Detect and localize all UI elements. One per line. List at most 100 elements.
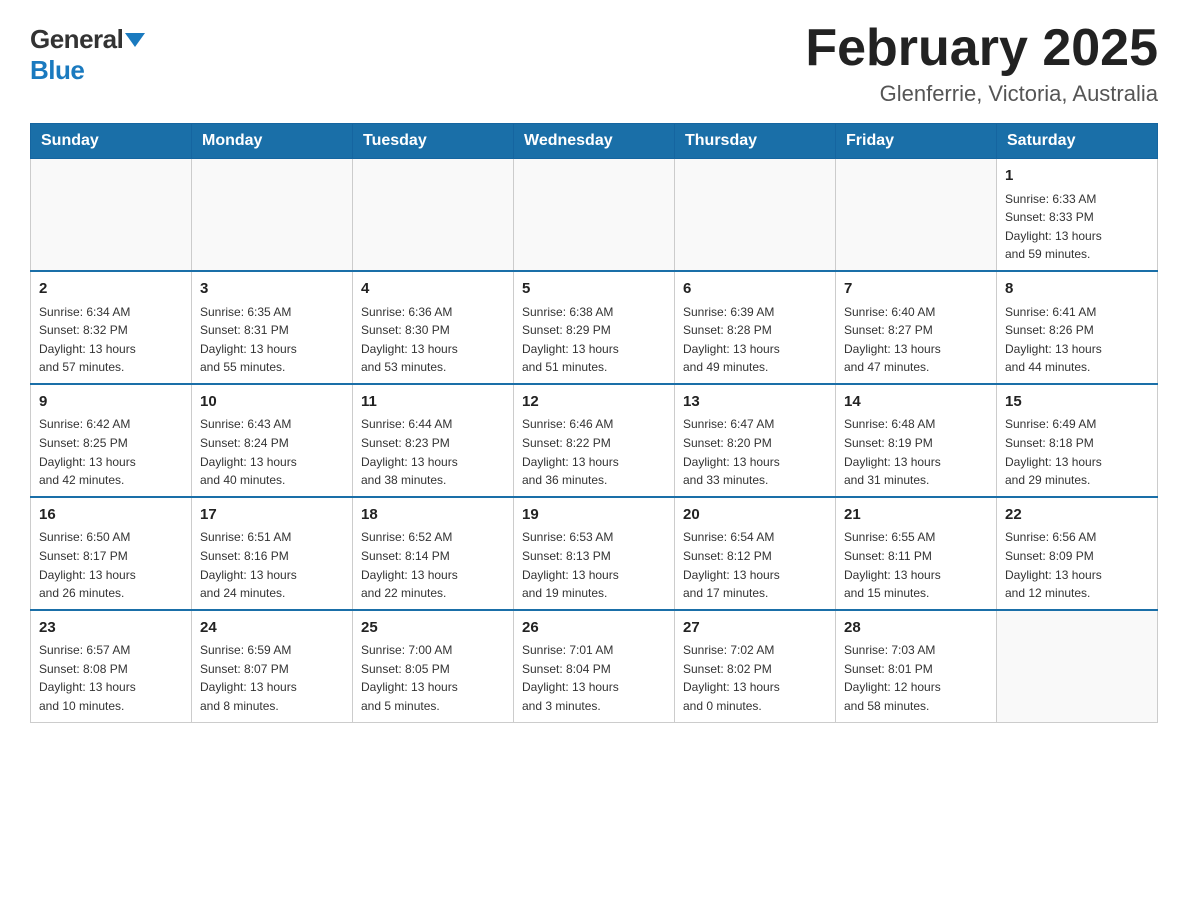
table-row bbox=[836, 159, 997, 271]
day-info: Sunrise: 7:01 AM Sunset: 8:04 PM Dayligh… bbox=[522, 641, 666, 715]
table-row: 10Sunrise: 6:43 AM Sunset: 8:24 PM Dayli… bbox=[192, 384, 353, 497]
day-number: 19 bbox=[522, 504, 666, 527]
day-number: 14 bbox=[844, 391, 988, 414]
table-row: 18Sunrise: 6:52 AM Sunset: 8:14 PM Dayli… bbox=[353, 497, 514, 610]
table-row bbox=[31, 159, 192, 271]
calendar-week-row: 16Sunrise: 6:50 AM Sunset: 8:17 PM Dayli… bbox=[31, 497, 1158, 610]
day-number: 11 bbox=[361, 391, 505, 414]
day-info: Sunrise: 6:55 AM Sunset: 8:11 PM Dayligh… bbox=[844, 528, 988, 602]
table-row: 16Sunrise: 6:50 AM Sunset: 8:17 PM Dayli… bbox=[31, 497, 192, 610]
page-title: February 2025 bbox=[805, 20, 1158, 77]
table-row: 11Sunrise: 6:44 AM Sunset: 8:23 PM Dayli… bbox=[353, 384, 514, 497]
day-info: Sunrise: 6:34 AM Sunset: 8:32 PM Dayligh… bbox=[39, 303, 183, 377]
table-row: 17Sunrise: 6:51 AM Sunset: 8:16 PM Dayli… bbox=[192, 497, 353, 610]
day-number: 13 bbox=[683, 391, 827, 414]
day-number: 1 bbox=[1005, 165, 1149, 188]
col-sunday: Sunday bbox=[31, 124, 192, 159]
table-row: 22Sunrise: 6:56 AM Sunset: 8:09 PM Dayli… bbox=[997, 497, 1158, 610]
calendar-table: Sunday Monday Tuesday Wednesday Thursday… bbox=[30, 123, 1158, 722]
logo-general-row: General bbox=[30, 24, 145, 55]
table-row: 15Sunrise: 6:49 AM Sunset: 8:18 PM Dayli… bbox=[997, 384, 1158, 497]
col-thursday: Thursday bbox=[675, 124, 836, 159]
day-number: 25 bbox=[361, 617, 505, 640]
day-number: 26 bbox=[522, 617, 666, 640]
day-info: Sunrise: 6:48 AM Sunset: 8:19 PM Dayligh… bbox=[844, 415, 988, 489]
day-info: Sunrise: 7:02 AM Sunset: 8:02 PM Dayligh… bbox=[683, 641, 827, 715]
table-row bbox=[192, 159, 353, 271]
table-row: 19Sunrise: 6:53 AM Sunset: 8:13 PM Dayli… bbox=[514, 497, 675, 610]
col-saturday: Saturday bbox=[997, 124, 1158, 159]
col-monday: Monday bbox=[192, 124, 353, 159]
day-number: 6 bbox=[683, 278, 827, 301]
table-row: 1Sunrise: 6:33 AM Sunset: 8:33 PM Daylig… bbox=[997, 159, 1158, 271]
day-info: Sunrise: 7:00 AM Sunset: 8:05 PM Dayligh… bbox=[361, 641, 505, 715]
table-row: 6Sunrise: 6:39 AM Sunset: 8:28 PM Daylig… bbox=[675, 271, 836, 384]
day-number: 12 bbox=[522, 391, 666, 414]
table-row: 5Sunrise: 6:38 AM Sunset: 8:29 PM Daylig… bbox=[514, 271, 675, 384]
logo-general-text: General bbox=[30, 24, 123, 54]
day-info: Sunrise: 6:50 AM Sunset: 8:17 PM Dayligh… bbox=[39, 528, 183, 602]
day-info: Sunrise: 6:59 AM Sunset: 8:07 PM Dayligh… bbox=[200, 641, 344, 715]
calendar-week-row: 1Sunrise: 6:33 AM Sunset: 8:33 PM Daylig… bbox=[31, 159, 1158, 271]
day-number: 4 bbox=[361, 278, 505, 301]
day-number: 22 bbox=[1005, 504, 1149, 527]
table-row: 3Sunrise: 6:35 AM Sunset: 8:31 PM Daylig… bbox=[192, 271, 353, 384]
table-row: 12Sunrise: 6:46 AM Sunset: 8:22 PM Dayli… bbox=[514, 384, 675, 497]
logo: General Blue bbox=[30, 20, 145, 86]
table-row: 27Sunrise: 7:02 AM Sunset: 8:02 PM Dayli… bbox=[675, 610, 836, 722]
table-row: 24Sunrise: 6:59 AM Sunset: 8:07 PM Dayli… bbox=[192, 610, 353, 722]
day-info: Sunrise: 6:54 AM Sunset: 8:12 PM Dayligh… bbox=[683, 528, 827, 602]
table-row: 4Sunrise: 6:36 AM Sunset: 8:30 PM Daylig… bbox=[353, 271, 514, 384]
title-block: February 2025 Glenferrie, Victoria, Aust… bbox=[805, 20, 1158, 107]
table-row: 8Sunrise: 6:41 AM Sunset: 8:26 PM Daylig… bbox=[997, 271, 1158, 384]
table-row bbox=[675, 159, 836, 271]
logo-triangle-icon bbox=[125, 33, 145, 47]
page-header: General Blue February 2025 Glenferrie, V… bbox=[30, 20, 1158, 107]
day-number: 7 bbox=[844, 278, 988, 301]
table-row: 2Sunrise: 6:34 AM Sunset: 8:32 PM Daylig… bbox=[31, 271, 192, 384]
day-info: Sunrise: 6:47 AM Sunset: 8:20 PM Dayligh… bbox=[683, 415, 827, 489]
day-number: 24 bbox=[200, 617, 344, 640]
calendar-week-row: 2Sunrise: 6:34 AM Sunset: 8:32 PM Daylig… bbox=[31, 271, 1158, 384]
day-info: Sunrise: 6:33 AM Sunset: 8:33 PM Dayligh… bbox=[1005, 190, 1149, 264]
col-wednesday: Wednesday bbox=[514, 124, 675, 159]
day-number: 27 bbox=[683, 617, 827, 640]
day-info: Sunrise: 6:39 AM Sunset: 8:28 PM Dayligh… bbox=[683, 303, 827, 377]
table-row: 14Sunrise: 6:48 AM Sunset: 8:19 PM Dayli… bbox=[836, 384, 997, 497]
day-number: 17 bbox=[200, 504, 344, 527]
day-number: 10 bbox=[200, 391, 344, 414]
col-tuesday: Tuesday bbox=[353, 124, 514, 159]
day-info: Sunrise: 6:49 AM Sunset: 8:18 PM Dayligh… bbox=[1005, 415, 1149, 489]
calendar-week-row: 23Sunrise: 6:57 AM Sunset: 8:08 PM Dayli… bbox=[31, 610, 1158, 722]
day-number: 21 bbox=[844, 504, 988, 527]
day-info: Sunrise: 6:52 AM Sunset: 8:14 PM Dayligh… bbox=[361, 528, 505, 602]
table-row: 13Sunrise: 6:47 AM Sunset: 8:20 PM Dayli… bbox=[675, 384, 836, 497]
logo-blue-text: Blue bbox=[30, 55, 84, 86]
day-number: 2 bbox=[39, 278, 183, 301]
table-row: 23Sunrise: 6:57 AM Sunset: 8:08 PM Dayli… bbox=[31, 610, 192, 722]
day-info: Sunrise: 6:44 AM Sunset: 8:23 PM Dayligh… bbox=[361, 415, 505, 489]
table-row: 20Sunrise: 6:54 AM Sunset: 8:12 PM Dayli… bbox=[675, 497, 836, 610]
col-friday: Friday bbox=[836, 124, 997, 159]
table-row: 9Sunrise: 6:42 AM Sunset: 8:25 PM Daylig… bbox=[31, 384, 192, 497]
day-info: Sunrise: 6:56 AM Sunset: 8:09 PM Dayligh… bbox=[1005, 528, 1149, 602]
day-number: 28 bbox=[844, 617, 988, 640]
day-info: Sunrise: 6:43 AM Sunset: 8:24 PM Dayligh… bbox=[200, 415, 344, 489]
day-number: 3 bbox=[200, 278, 344, 301]
page-subtitle: Glenferrie, Victoria, Australia bbox=[805, 81, 1158, 107]
day-number: 5 bbox=[522, 278, 666, 301]
day-info: Sunrise: 6:35 AM Sunset: 8:31 PM Dayligh… bbox=[200, 303, 344, 377]
calendar-header-row: Sunday Monday Tuesday Wednesday Thursday… bbox=[31, 124, 1158, 159]
day-number: 18 bbox=[361, 504, 505, 527]
day-number: 23 bbox=[39, 617, 183, 640]
day-number: 16 bbox=[39, 504, 183, 527]
table-row bbox=[997, 610, 1158, 722]
table-row: 21Sunrise: 6:55 AM Sunset: 8:11 PM Dayli… bbox=[836, 497, 997, 610]
table-row: 25Sunrise: 7:00 AM Sunset: 8:05 PM Dayli… bbox=[353, 610, 514, 722]
day-info: Sunrise: 6:53 AM Sunset: 8:13 PM Dayligh… bbox=[522, 528, 666, 602]
table-row: 7Sunrise: 6:40 AM Sunset: 8:27 PM Daylig… bbox=[836, 271, 997, 384]
day-number: 9 bbox=[39, 391, 183, 414]
day-info: Sunrise: 6:36 AM Sunset: 8:30 PM Dayligh… bbox=[361, 303, 505, 377]
day-info: Sunrise: 6:38 AM Sunset: 8:29 PM Dayligh… bbox=[522, 303, 666, 377]
day-info: Sunrise: 6:42 AM Sunset: 8:25 PM Dayligh… bbox=[39, 415, 183, 489]
